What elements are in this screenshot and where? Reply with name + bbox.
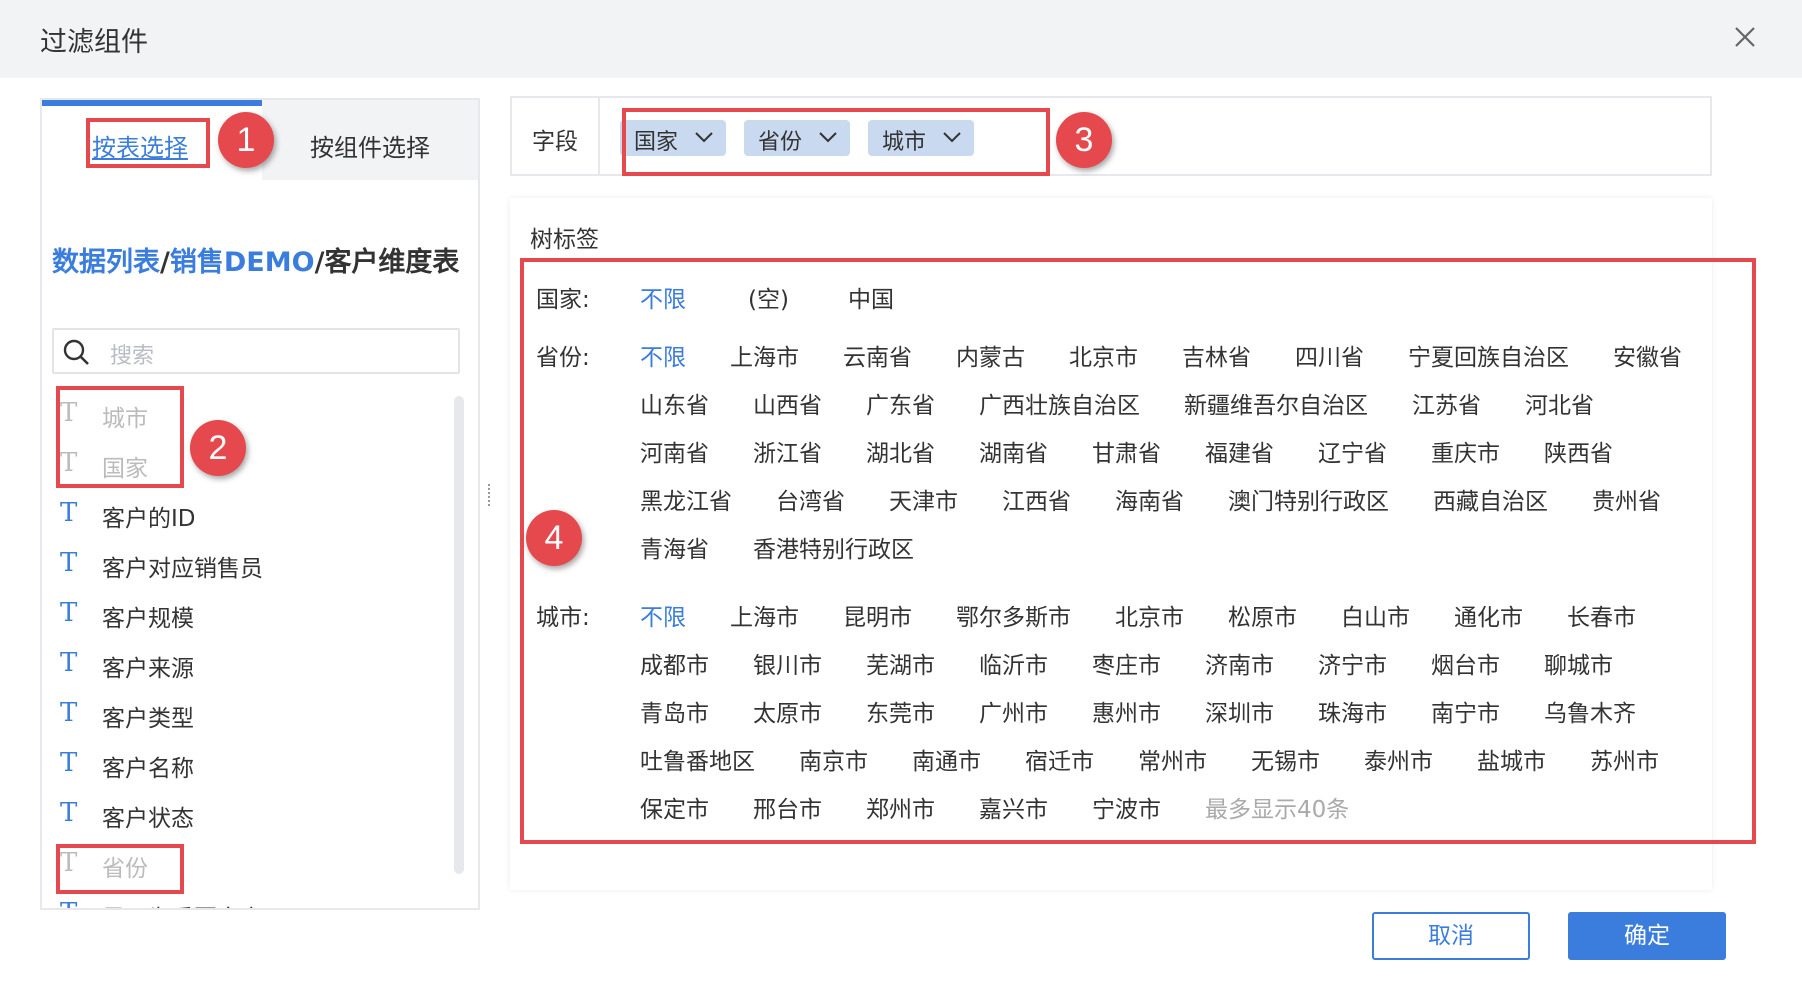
field-item-label: 客户状态 — [102, 806, 194, 832]
breadcrumb-separator: / — [314, 247, 325, 278]
field-label: 字段 — [532, 129, 578, 155]
search-input[interactable]: 搜索 — [52, 328, 460, 374]
annotation-box-3 — [622, 108, 1050, 176]
field-item[interactable]: T 客户的ID — [60, 494, 380, 534]
dialog-title: 过滤组件 — [40, 27, 148, 58]
tree-title: 树标签 — [530, 227, 599, 253]
field-item[interactable]: T 是否为重要客户 — [60, 894, 380, 908]
annotation-box-1 — [86, 118, 210, 168]
annotation-badge-2: 2 — [190, 420, 246, 476]
text-type-icon: T — [60, 648, 78, 678]
field-item[interactable]: T 客户名称 — [60, 744, 380, 784]
dialog-header: 过滤组件 — [0, 0, 1802, 78]
text-type-icon: T — [60, 698, 78, 728]
field-item-label: 客户对应销售员 — [102, 556, 263, 582]
text-type-icon: T — [60, 898, 84, 908]
cancel-button[interactable]: 取消 — [1372, 912, 1530, 960]
text-type-icon: T — [60, 598, 78, 628]
active-tab-indicator — [42, 100, 262, 106]
field-item[interactable]: T 客户规模 — [60, 594, 380, 634]
field-list-scrollbar[interactable] — [454, 396, 464, 874]
search-icon — [63, 339, 89, 365]
breadcrumb-separator: / — [160, 247, 170, 278]
field-item-label: 客户来源 — [102, 656, 194, 682]
annotation-badge-3: 3 — [1056, 112, 1112, 168]
field-item-label: 是否为重要客户 — [102, 899, 263, 908]
field-item-label: 客户的ID — [102, 506, 196, 532]
field-item[interactable]: T 客户对应销售员 — [60, 544, 380, 584]
field-item-label: 客户规模 — [102, 606, 194, 632]
confirm-button[interactable]: 确定 — [1568, 912, 1726, 960]
annotation-box-2b — [56, 844, 184, 894]
annotation-badge-4: 4 — [526, 510, 582, 566]
field-label-cell: 字段 — [512, 98, 600, 174]
text-type-icon: T — [60, 798, 78, 828]
annotation-box-4 — [520, 258, 1756, 844]
text-type-icon: T — [60, 748, 78, 778]
search-placeholder: 搜索 — [110, 344, 155, 369]
annotation-box-2 — [56, 386, 184, 488]
field-item-label: 客户名称 — [102, 756, 194, 782]
field-item[interactable]: T 客户状态 — [60, 794, 380, 834]
text-type-icon: T — [60, 498, 78, 528]
breadcrumb-current-table: 客户维度表 — [324, 247, 460, 278]
breadcrumb: 数据列表/销售DEMO/客户维度表 — [52, 240, 459, 279]
close-icon[interactable] — [1730, 22, 1760, 52]
tab-by-component[interactable]: 按组件选择 — [310, 128, 430, 163]
text-type-icon: T — [60, 548, 78, 578]
field-item[interactable]: T 客户类型 — [60, 694, 380, 734]
left-panel: 按表选择 按组件选择 数据列表/销售DEMO/客户维度表 搜索 T 城市 T 国家 T 客… — [40, 98, 480, 910]
field-item[interactable]: T 客户来源 — [60, 644, 380, 684]
field-item-label: 客户类型 — [102, 706, 194, 732]
breadcrumb-sales-demo[interactable]: 销售DEMO — [170, 247, 315, 278]
breadcrumb-data-list[interactable]: 数据列表 — [52, 247, 160, 278]
drag-handle-icon[interactable] — [484, 482, 494, 510]
annotation-badge-1: 1 — [218, 112, 274, 168]
